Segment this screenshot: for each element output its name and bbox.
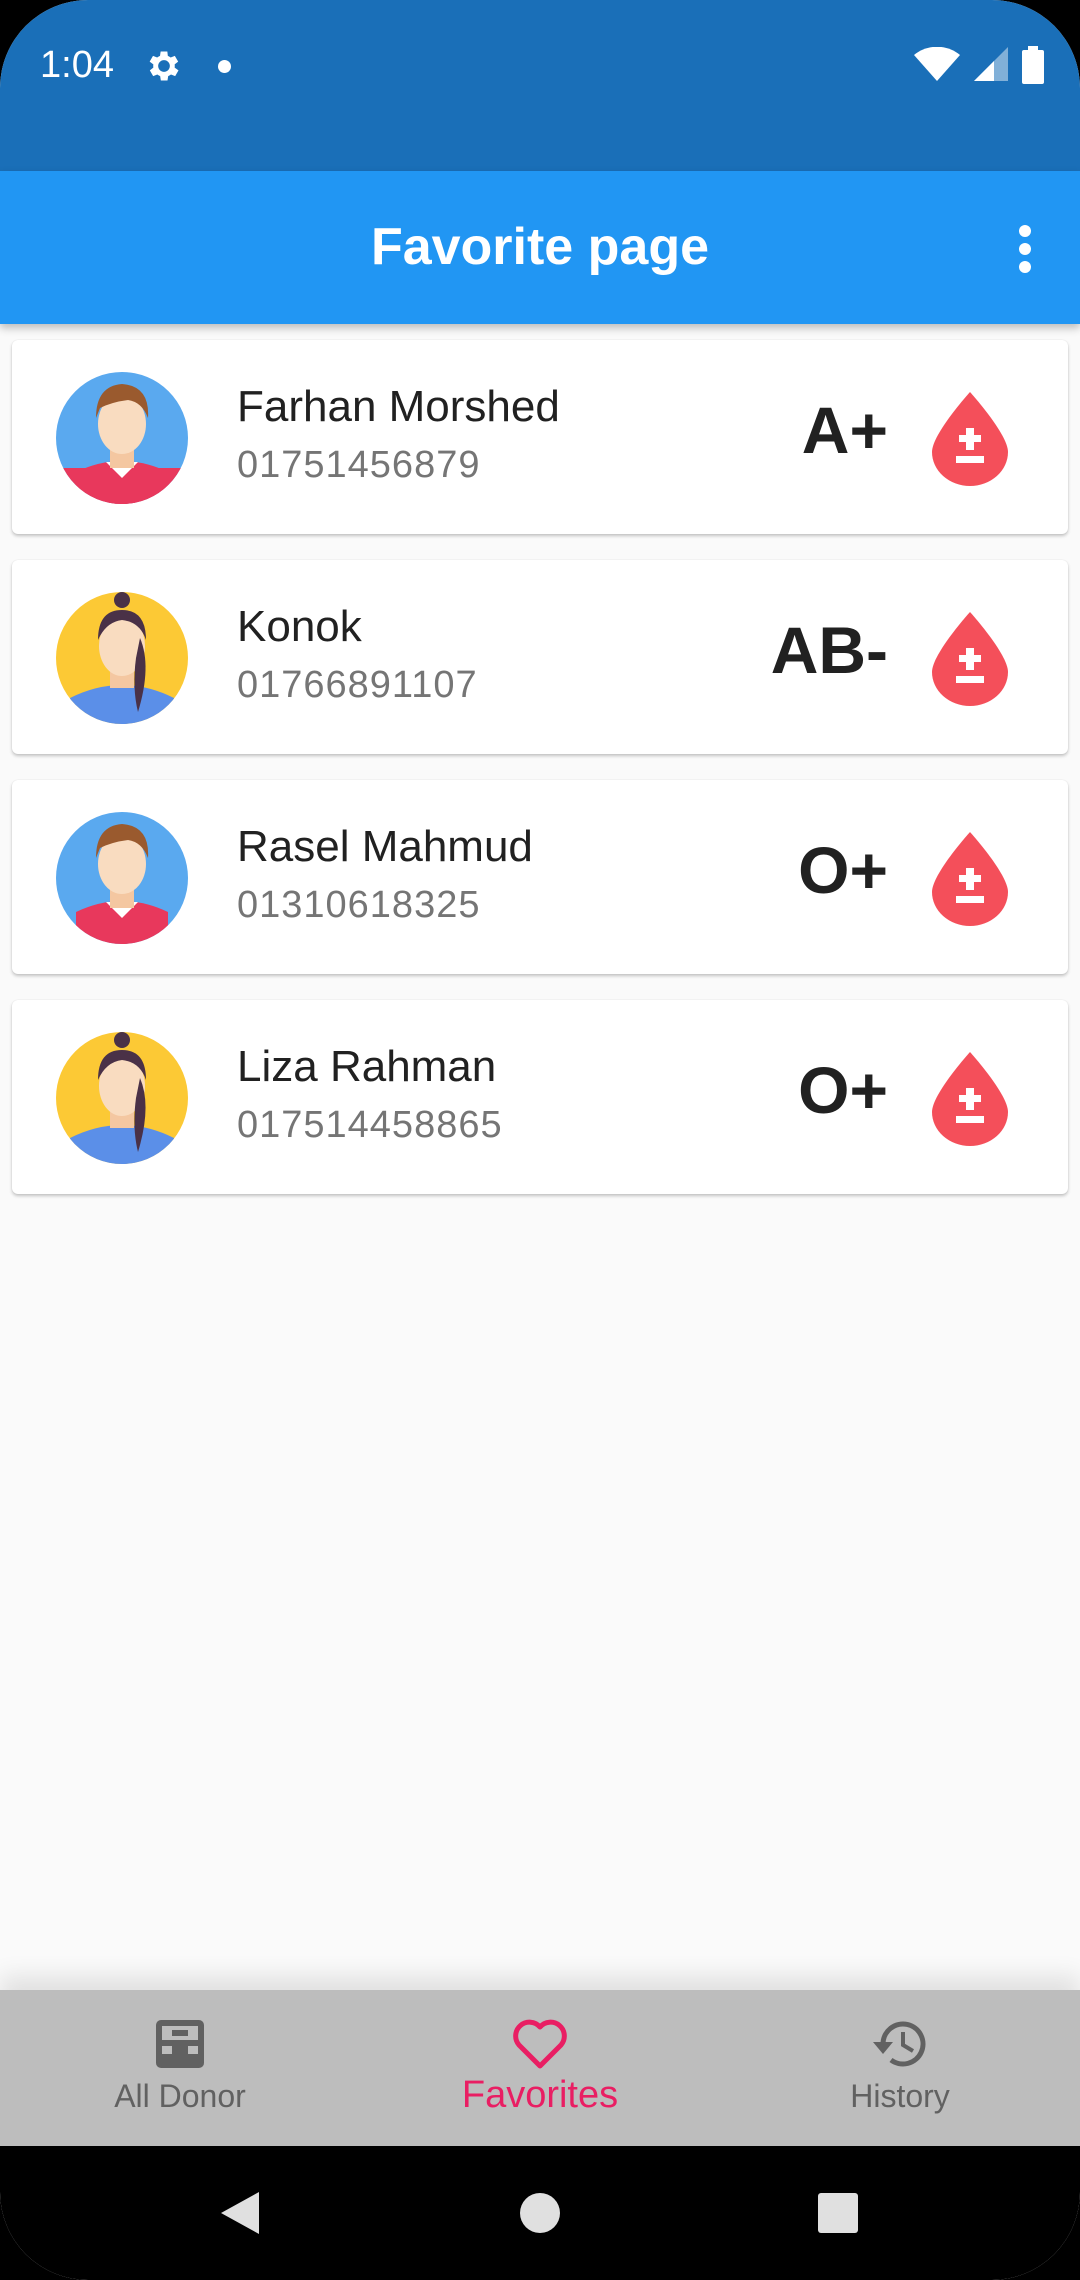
nav-label: History [850, 2078, 950, 2114]
donor-card[interactable]: Farhan Morshed 01751456879 A+ [12, 340, 1068, 534]
donor-phone: 01751456879 [237, 444, 481, 486]
home-button[interactable] [480, 2146, 600, 2280]
blood-drop-icon[interactable] [932, 610, 1008, 706]
heart-outline-icon [510, 2016, 570, 2072]
blood-group: AB- [770, 613, 888, 687]
nav-label: Favorites [461, 2074, 619, 2116]
gear-icon [149, 51, 179, 81]
donor-phone: 01766891107 [237, 664, 478, 706]
blood-drop-icon[interactable] [932, 390, 1008, 486]
recents-icon [818, 2193, 858, 2233]
blood-drop-icon[interactable] [932, 1050, 1008, 1146]
phone-screen: 1:04 Favorite page Farhan Morshed 017514… [0, 0, 1080, 2280]
wifi-icon [914, 47, 960, 81]
donor-card[interactable]: Rasel Mahmud 01310618325 O+ [12, 780, 1068, 974]
donor-name: Farhan Morshed [237, 382, 560, 431]
nav-item-history[interactable]: History [720, 1990, 1080, 2146]
female-avatar-icon [56, 1032, 188, 1164]
status-bar: 1:04 [0, 0, 1080, 171]
app-bar: Favorite page [0, 171, 1080, 324]
more-vert-icon [1019, 225, 1031, 273]
female-avatar-icon [56, 592, 188, 724]
history-icon [870, 2016, 930, 2072]
blood-group: A+ [801, 393, 888, 467]
blood-drop-icon[interactable] [932, 830, 1008, 926]
back-button[interactable] [180, 2146, 300, 2280]
male-avatar-icon [56, 372, 188, 504]
male-avatar-icon [56, 812, 188, 944]
donor-card[interactable]: Liza Rahman 017514458865 O+ [12, 1000, 1068, 1194]
home-icon [520, 2193, 560, 2233]
donor-card[interactable]: Konok 01766891107 AB- [12, 560, 1068, 754]
inbox-icon [150, 2016, 210, 2072]
donor-name: Liza Rahman [237, 1042, 497, 1091]
page-title: Favorite page [370, 218, 710, 276]
bottom-navigation: All Donor Favorites History [0, 1990, 1080, 2146]
donor-phone: 01310618325 [237, 884, 481, 926]
nav-item-favorites[interactable]: Favorites [360, 1990, 720, 2146]
nav-item-all-donor[interactable]: All Donor [0, 1990, 360, 2146]
favorite-donor-list: Farhan Morshed 01751456879 A+ Konok 0176… [12, 340, 1068, 1220]
blood-group: O+ [798, 1053, 888, 1127]
status-icons [914, 46, 1044, 84]
donor-name: Konok [237, 602, 362, 651]
blood-group: O+ [798, 833, 888, 907]
signal-icon [974, 47, 1008, 81]
status-time: 1:04 [40, 44, 114, 86]
more-options-button[interactable] [970, 201, 1080, 297]
donor-phone: 017514458865 [237, 1104, 503, 1146]
battery-icon [1022, 46, 1044, 84]
recents-button[interactable] [778, 2146, 898, 2280]
back-icon [221, 2192, 259, 2234]
donor-name: Rasel Mahmud [237, 822, 533, 871]
nav-label: All Donor [114, 2078, 246, 2114]
notification-dot [218, 60, 231, 73]
system-navigation-bar [0, 2146, 1080, 2280]
